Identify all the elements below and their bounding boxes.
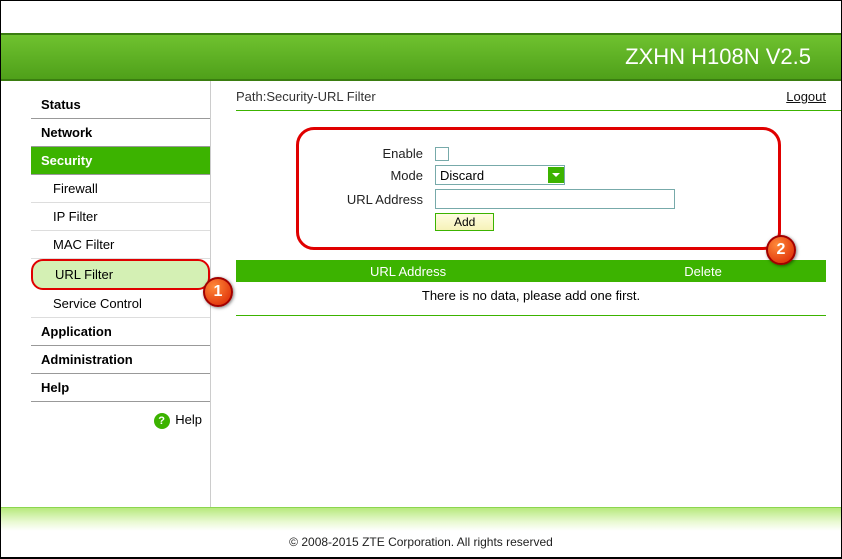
footer-copyright: © 2008-2015 ZTE Corporation. All rights … [1,531,841,559]
table-col-url: URL Address [236,264,580,279]
breadcrumb: Path:Security-URL Filter [236,89,376,104]
help-icon: ? [154,413,170,429]
enable-checkbox[interactable] [435,147,449,161]
mode-label: Mode [315,168,435,183]
sidebar-item-ip-filter[interactable]: IP Filter [31,203,210,231]
sidebar-item-status[interactable]: Status [31,91,210,119]
help-label: Help [175,412,202,427]
sidebar-item-administration[interactable]: Administration [31,346,210,374]
sidebar: Status Network Security Firewall IP Filt… [31,81,211,507]
logout-link[interactable]: Logout [786,89,826,104]
callout-2: 2 [766,235,796,265]
footer-gradient [1,507,841,531]
topbar-spacer [1,1,841,33]
help-link[interactable]: ? Help [31,402,210,439]
header-bar: ZXHN H108N V2.5 [1,33,841,81]
form-highlight-frame: Enable Mode Discard URL Address Add [296,127,781,250]
sidebar-item-firewall[interactable]: Firewall [31,175,210,203]
table-col-delete: Delete [580,264,826,279]
content-area: Path:Security-URL Filter Logout Enable M… [211,81,841,507]
url-table: URL Address Delete There is no data, ple… [236,260,841,316]
chevron-down-icon [548,167,564,183]
mode-select[interactable]: Discard [435,165,565,185]
sidebar-item-help[interactable]: Help [31,374,210,402]
sidebar-item-mac-filter[interactable]: MAC Filter [31,231,210,259]
sidebar-item-service-control[interactable]: Service Control [31,290,210,318]
sidebar-item-security[interactable]: Security [31,147,210,175]
url-address-input[interactable] [435,189,675,209]
device-title: ZXHN H108N V2.5 [625,44,811,70]
add-button[interactable]: Add [435,213,494,231]
sidebar-item-network[interactable]: Network [31,119,210,147]
table-header: URL Address Delete [236,260,826,282]
sidebar-item-url-filter[interactable]: URL Filter [31,259,210,290]
url-label: URL Address [315,192,435,207]
path-bar: Path:Security-URL Filter Logout [236,81,841,111]
enable-label: Enable [315,146,435,161]
table-empty-message: There is no data, please add one first. [236,282,826,316]
sidebar-item-application[interactable]: Application [31,318,210,346]
mode-select-value: Discard [440,168,484,183]
